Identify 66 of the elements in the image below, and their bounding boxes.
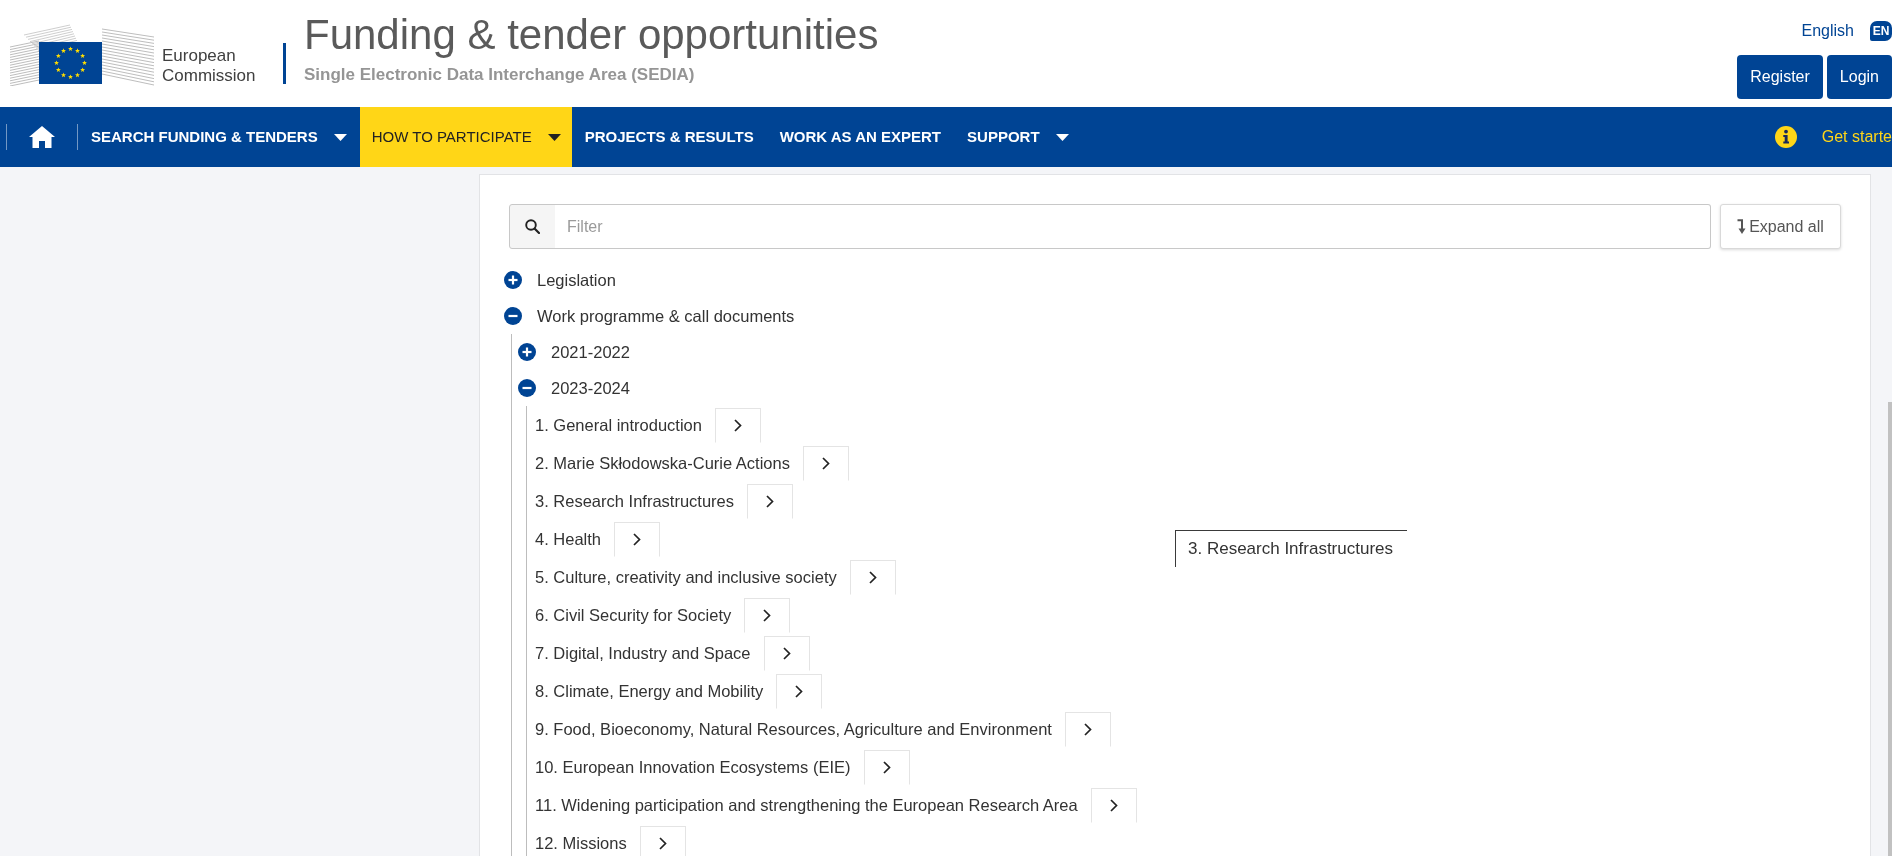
chevron-button[interactable] bbox=[714, 407, 761, 443]
chevron-right-icon bbox=[766, 494, 774, 508]
chevron-right-icon bbox=[882, 760, 891, 774]
organization-name: European Commission bbox=[162, 46, 257, 86]
search-icon bbox=[525, 219, 540, 234]
nav-item[interactable]: WORK AS AN EXPERT bbox=[766, 107, 955, 167]
chevron-button[interactable] bbox=[614, 521, 661, 557]
chevron-button[interactable] bbox=[744, 597, 791, 633]
chevron-button[interactable] bbox=[1090, 787, 1137, 823]
site-subtitle: Single Electronic Data Interchange Area (SEDIA) bbox=[304, 65, 696, 85]
tree-item[interactable]: 1. General introduction bbox=[535, 412, 702, 438]
chevron-right-icon bbox=[633, 532, 642, 546]
tree-item[interactable]: 10. European Innovation Ecosystems (EIE) bbox=[535, 754, 851, 780]
nav-item[interactable]: SUPPORT bbox=[954, 107, 1082, 167]
tree-item[interactable]: 4. Health bbox=[535, 526, 602, 552]
tree-item[interactable]: 2021-2022 bbox=[551, 339, 630, 365]
tree-item[interactable]: 11. Widening participation and strengthening the European Research Area bbox=[535, 792, 1078, 818]
search-addon[interactable] bbox=[509, 204, 556, 249]
nav-item[interactable]: PROJECTS & RESULTS bbox=[571, 107, 767, 167]
chevron-button[interactable] bbox=[863, 749, 910, 785]
plus-circle-icon[interactable] bbox=[518, 343, 536, 361]
tree-item[interactable]: Work programme & call documents bbox=[537, 303, 795, 329]
bent-arrow-icon bbox=[1737, 219, 1747, 234]
minus-circle-icon[interactable] bbox=[518, 379, 536, 397]
chevron-right-icon bbox=[868, 570, 877, 584]
chevron-button[interactable] bbox=[763, 635, 810, 671]
nav-item[interactable]: SEARCH FUNDING & TENDERS bbox=[78, 107, 360, 167]
info-icon[interactable] bbox=[1774, 126, 1797, 148]
chevron-right-icon bbox=[1109, 798, 1118, 812]
chevron-right-icon bbox=[821, 456, 830, 470]
site-title: Funding & tender opportunities bbox=[304, 11, 879, 58]
chevron-button[interactable] bbox=[776, 673, 823, 709]
tree-item[interactable]: Legislation bbox=[537, 267, 616, 293]
tree-item[interactable]: 6. Civil Security for Society bbox=[535, 602, 732, 628]
home-icon[interactable] bbox=[29, 126, 55, 148]
tree-item[interactable]: 12. Missions bbox=[535, 830, 627, 856]
tooltip: 3. Research Infrastructures bbox=[1175, 530, 1407, 567]
nav-item[interactable]: HOW TO PARTICIPATE bbox=[359, 107, 572, 167]
chevron-button[interactable] bbox=[849, 559, 896, 595]
get-started-link[interactable]: Get starte bbox=[1821, 125, 1892, 149]
tree-item[interactable]: 9. Food, Bioeconomy, Natural Resources, Agriculture and Environment bbox=[535, 716, 1052, 742]
chevron-button[interactable] bbox=[747, 483, 793, 519]
minus-circle-icon[interactable] bbox=[504, 307, 522, 325]
chevron-button[interactable] bbox=[802, 445, 849, 481]
chevron-right-icon bbox=[782, 646, 791, 660]
chevron-right-icon bbox=[658, 836, 667, 850]
plus-circle-icon[interactable] bbox=[504, 271, 522, 289]
login-button[interactable]: Login bbox=[1826, 55, 1892, 99]
tree-item[interactable]: 8. Climate, Energy and Mobility bbox=[535, 678, 764, 704]
filter-field[interactable]: Filter bbox=[555, 204, 1711, 249]
tree-item[interactable]: 5. Culture, creativity and inclusive society bbox=[535, 564, 837, 590]
chevron-right-icon bbox=[733, 418, 742, 432]
chevron-button[interactable] bbox=[1064, 711, 1111, 747]
scrollbar-thumb[interactable] bbox=[1888, 402, 1892, 856]
register-button[interactable]: Register bbox=[1737, 55, 1823, 99]
chevron-right-icon bbox=[795, 684, 804, 698]
chevron-button[interactable] bbox=[639, 825, 686, 856]
language-link[interactable]: English bbox=[1801, 20, 1854, 42]
chevron-right-icon bbox=[763, 608, 772, 622]
tree-item[interactable]: 7. Digital, Industry and Space bbox=[535, 640, 751, 666]
tree-item[interactable]: 2023-2024 bbox=[551, 375, 630, 401]
language-code[interactable]: EN bbox=[1870, 21, 1892, 41]
expand-all-button[interactable]: Expand all bbox=[1720, 204, 1841, 249]
tree-item[interactable]: 3. Research Infrastructures bbox=[535, 488, 734, 514]
chevron-right-icon bbox=[1083, 722, 1092, 736]
tree-item[interactable]: 2. Marie Skłodowska-Curie Actions bbox=[535, 450, 790, 476]
